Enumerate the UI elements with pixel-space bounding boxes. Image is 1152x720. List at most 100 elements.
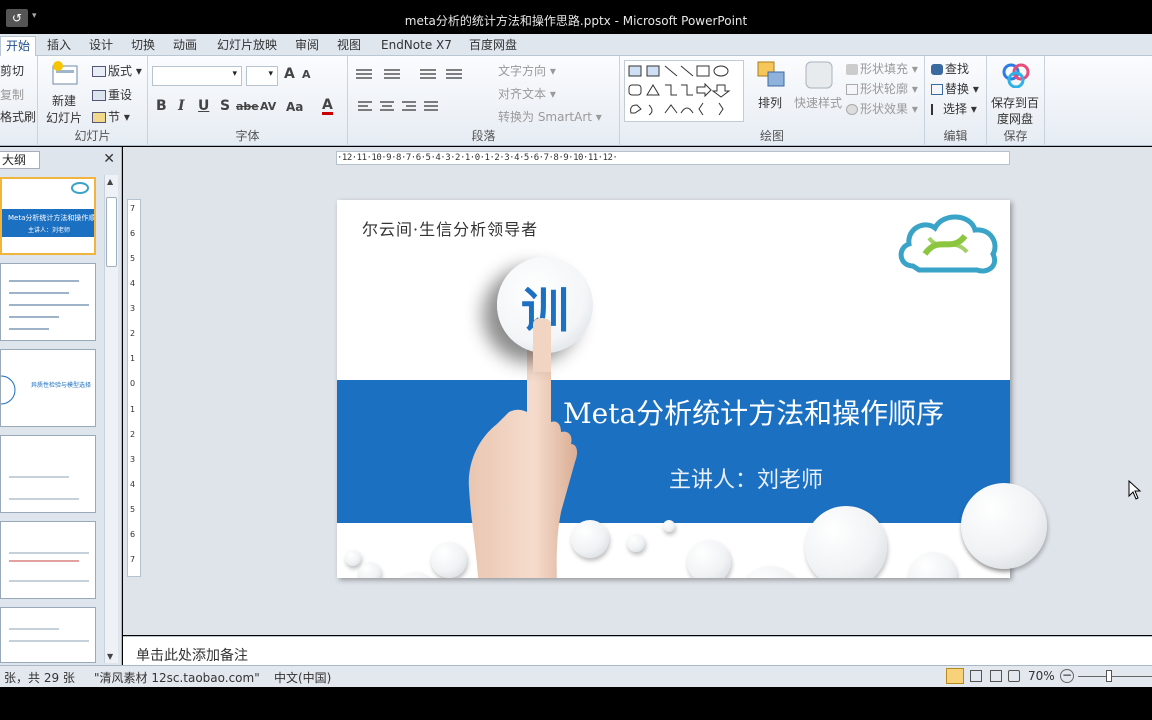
- layout-button[interactable]: 版式 ▾: [92, 62, 142, 79]
- notes-pane[interactable]: 单击此处添加备注: [123, 636, 1152, 665]
- vertical-ruler-tick: 3: [130, 454, 136, 464]
- vertical-ruler-tick: 5: [130, 504, 136, 514]
- tab-outline[interactable]: 大纲: [0, 151, 40, 169]
- tab-transitions[interactable]: 切换: [126, 36, 160, 56]
- slide-thumbnail-5[interactable]: [0, 521, 96, 599]
- cut-button[interactable]: 剪切: [0, 62, 24, 79]
- scrollbar-thumb[interactable]: [106, 197, 117, 267]
- language-indicator[interactable]: 中文(中国): [274, 669, 331, 686]
- reset-label: 重设: [108, 88, 133, 102]
- close-panel-icon[interactable]: ✕: [103, 151, 115, 167]
- thumb-line: [9, 498, 79, 500]
- tab-insert[interactable]: 插入: [42, 36, 76, 56]
- thumb-line: [9, 280, 79, 282]
- change-case-button[interactable]: Aa: [286, 100, 303, 114]
- tab-endnote[interactable]: EndNote X7: [376, 36, 457, 56]
- arrange-button[interactable]: 排列: [752, 58, 792, 124]
- ribbon-tabs: 开始 插入 设计 切换 动画 幻灯片放映 审阅 视图 EndNote X7 百度…: [0, 34, 1152, 56]
- slide-thumbnail-1[interactable]: Meta分析统计方法和操作顺序 主讲人：刘老师: [0, 177, 96, 255]
- slide-thumbnail-2[interactable]: [0, 263, 96, 341]
- save-baidu-button[interactable]: 保存到百 度网盘: [987, 58, 1045, 126]
- section-icon: [92, 112, 106, 123]
- tab-animations[interactable]: 动画: [168, 36, 202, 56]
- vertical-ruler-tick: 2: [130, 329, 136, 339]
- replace-button[interactable]: 替换 ▾: [931, 80, 979, 97]
- decor-bubble: [663, 520, 675, 532]
- scroll-up-icon[interactable]: ▲: [107, 177, 113, 186]
- tab-slideshow[interactable]: 幻灯片放映: [212, 36, 282, 56]
- zoom-out-icon[interactable]: −: [1060, 669, 1074, 683]
- italic-button[interactable]: I: [178, 98, 185, 114]
- zoom-slider[interactable]: [1078, 676, 1152, 677]
- reading-view-icon[interactable]: [990, 670, 1002, 682]
- quick-styles-button[interactable]: 快速样式: [792, 58, 844, 124]
- slide-thumbnail-4[interactable]: [0, 435, 96, 513]
- grow-font-button[interactable]: A: [284, 66, 295, 82]
- tab-design[interactable]: 设计: [84, 36, 118, 56]
- font-name-combo[interactable]: ▾: [152, 66, 242, 86]
- strike-button[interactable]: abe: [236, 100, 259, 113]
- theme-name[interactable]: "清风素材 12sc.taobao.com": [94, 669, 260, 686]
- slide-thumbnail-6[interactable]: [0, 607, 96, 663]
- slide-title[interactable]: Meta分析统计方法和操作顺序: [563, 392, 944, 432]
- cursor-arrow-icon: [931, 104, 941, 115]
- shape-outline-button[interactable]: 形状轮廓 ▾: [846, 80, 918, 97]
- find-button[interactable]: 查找: [931, 60, 969, 77]
- slide-sorter-icon[interactable]: [970, 670, 982, 682]
- align-text-button[interactable]: 对齐文本 ▾: [498, 85, 556, 102]
- scroll-down-icon[interactable]: ▼: [107, 652, 113, 661]
- copy-button[interactable]: 复制: [0, 86, 24, 103]
- vertical-ruler-tick: 0: [130, 379, 136, 389]
- vertical-ruler-tick: 1: [130, 354, 136, 364]
- vertical-ruler-tick: 6: [130, 529, 136, 539]
- font-color-button[interactable]: A: [322, 98, 333, 115]
- tab-home[interactable]: 开始: [0, 36, 37, 56]
- shapes-gallery[interactable]: [624, 60, 744, 122]
- tab-review[interactable]: 审阅: [290, 36, 324, 56]
- binoculars-icon: [931, 64, 943, 75]
- shape-fill-button[interactable]: 形状填充 ▾: [846, 60, 918, 77]
- baidu-cloud-icon: [1002, 63, 1030, 88]
- slide-count: 张，共 29 张: [4, 671, 75, 685]
- convert-smartart-button[interactable]: 转换为 SmartArt ▾: [498, 108, 602, 125]
- decor-bubble: [359, 562, 381, 578]
- decor-bubble: [687, 540, 731, 578]
- vertical-ruler: 7 6 5 4 3 2 1 0 1 2 3 4 5 6 7: [127, 199, 141, 577]
- new-slide-button[interactable]: 新建 幻灯片: [42, 58, 88, 128]
- presenter-subtitle[interactable]: 主讲人：刘老师: [669, 462, 823, 494]
- reset-button[interactable]: 重设: [92, 86, 132, 103]
- fingertip-icon: [533, 318, 551, 372]
- slideshow-view-icon[interactable]: [1008, 670, 1020, 682]
- horizontal-ruler: ·12·11·10·9·8·7·6·5·4·3·2·1·0·1·2·3·4·5·…: [336, 151, 1010, 165]
- tab-view[interactable]: 视图: [332, 36, 366, 56]
- current-slide[interactable]: 尔云间·生信分析领导者 训 Meta分析统计方法和操作顺序 主讲人：刘老师: [337, 200, 1010, 578]
- text-direction-button[interactable]: 文字方向 ▾: [498, 62, 556, 79]
- normal-view-icon[interactable]: [946, 668, 964, 684]
- zoom-level[interactable]: 70%: [1028, 669, 1055, 683]
- underline-button[interactable]: U: [198, 98, 209, 114]
- format-painter-button[interactable]: 格式刷: [0, 108, 36, 125]
- dna-cloud-logo-icon: [898, 214, 998, 274]
- shadow-button[interactable]: S: [220, 98, 230, 114]
- thumb-line: [9, 304, 89, 306]
- vertical-ruler-tick: 2: [130, 429, 136, 439]
- select-button[interactable]: 选择 ▾: [931, 100, 977, 117]
- zoom-slider-thumb[interactable]: [1106, 670, 1112, 682]
- tab-baidu[interactable]: 百度网盘: [464, 36, 522, 56]
- vertical-ruler-tick: 7: [130, 204, 136, 213]
- arrange-icon: [757, 61, 785, 87]
- bold-button[interactable]: B: [156, 98, 167, 114]
- vertical-ruler-tick: 5: [130, 254, 136, 264]
- section-button[interactable]: 节 ▾: [92, 108, 130, 125]
- shape-outline-label: 形状轮廓: [860, 82, 909, 96]
- font-size-combo[interactable]: ▾: [246, 66, 278, 86]
- paragraph-group: 文字方向 ▾ 对齐文本 ▾ 转换为 SmartArt ▾ 段落: [348, 56, 620, 146]
- slide-thumbnail-3[interactable]: 异质性检验与模型选择: [0, 349, 96, 427]
- thumbnails-scrollbar[interactable]: ▲ ▼: [104, 175, 118, 663]
- shrink-font-button[interactable]: A: [302, 68, 311, 81]
- shape-effects-button[interactable]: 形状效果 ▾: [846, 100, 918, 117]
- slides-group-label: 幻灯片: [74, 129, 111, 143]
- thumb3-title: 异质性检验与模型选择: [31, 382, 92, 389]
- char-spacing-button[interactable]: AV: [260, 100, 276, 113]
- company-slogan[interactable]: 尔云间·生信分析领导者: [362, 216, 538, 240]
